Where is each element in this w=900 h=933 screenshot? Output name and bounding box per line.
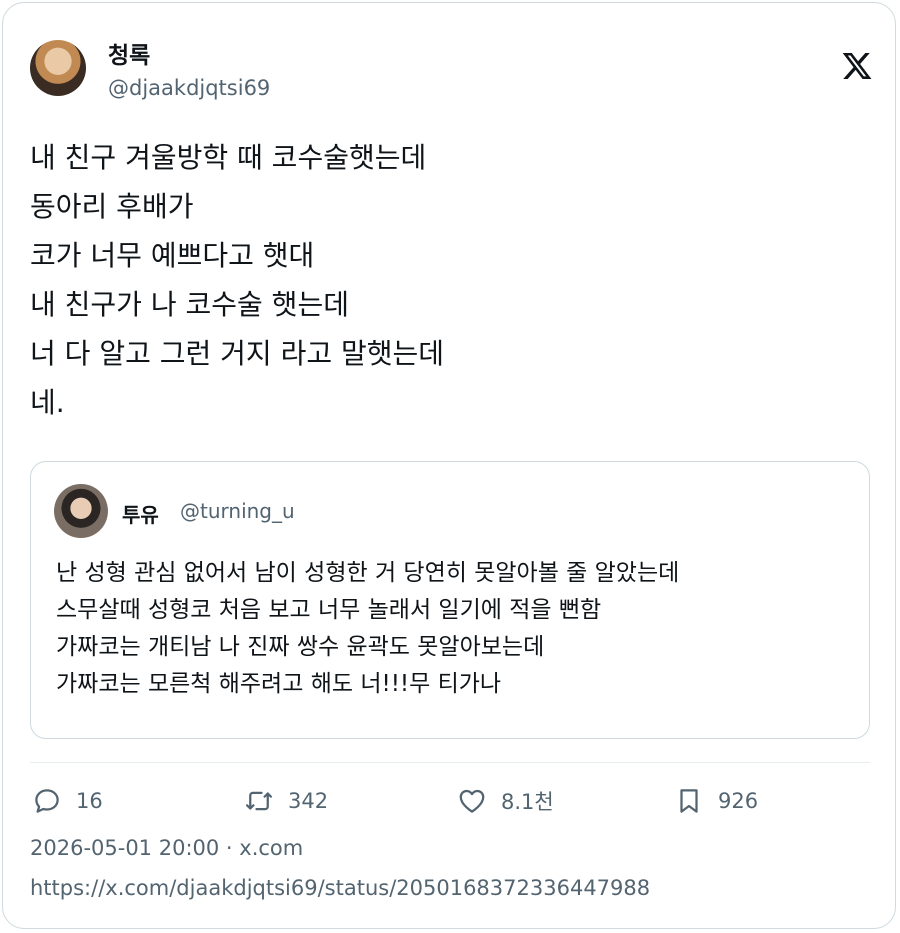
author-handle[interactable]: @djaakdjqtsi69: [108, 76, 270, 100]
bookmark-button[interactable]: 926: [674, 784, 758, 818]
author-avatar[interactable]: [30, 40, 86, 96]
heart-icon: [459, 789, 485, 813]
retweet-icon: [246, 791, 272, 811]
reply-count: 16: [76, 789, 103, 813]
author-name[interactable]: 청록: [108, 36, 150, 70]
retweet-count: 342: [288, 789, 329, 813]
like-button[interactable]: 8.1천: [457, 784, 554, 818]
reply-icon: [35, 789, 59, 813]
timestamp-text[interactable]: 2026-05-01 20:00: [30, 836, 219, 860]
tweet-url[interactable]: https://x.com/djaakdjqtsi69/status/20501…: [30, 876, 650, 900]
tweet-text: 내 친구 겨울방학 때 코수술햇는데 동아리 후배가 코가 너무 예쁘다고 햇대…: [30, 141, 445, 419]
like-count: 8.1천: [501, 790, 554, 814]
quoted-author-handle: @turning_u: [180, 499, 295, 523]
tweet-timestamp[interactable]: 2026-05-01 20:00 · x.com: [30, 836, 303, 860]
divider: [30, 762, 870, 763]
x-logo-icon[interactable]: [841, 48, 873, 84]
bookmark-count: 926: [718, 789, 759, 813]
source-text: · x.com: [219, 836, 304, 860]
quoted-avatar[interactable]: [54, 484, 108, 538]
retweet-button[interactable]: 342: [244, 784, 328, 818]
bookmark-icon: [680, 789, 698, 813]
quoted-text: 난 성형 관심 없어서 남이 성형한 거 당연히 못알아볼 줄 알았는데 스무살…: [56, 560, 680, 697]
quoted-author-name: 투유: [122, 503, 159, 527]
reply-button[interactable]: 16: [32, 784, 103, 818]
